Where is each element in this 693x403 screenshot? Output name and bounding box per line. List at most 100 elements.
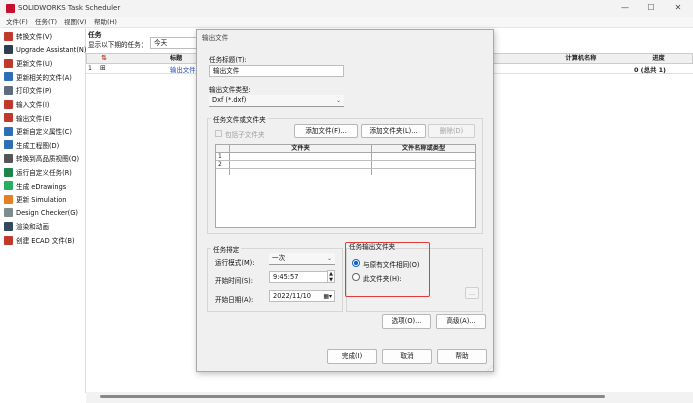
include-subfolders-label: 包括子文件夹 xyxy=(225,131,265,139)
sidebar-item[interactable]: 更新自定义属性(C) xyxy=(4,125,72,137)
run-mode-value: 一次 xyxy=(272,254,286,262)
sidebar-item[interactable]: Upgrade Assistant(N) xyxy=(4,44,86,56)
close-button[interactable]: ✕ xyxy=(671,2,685,14)
output-type-value: Dxf (*.dxf) xyxy=(212,96,247,104)
output-files-dialog: 输出文件 任务标题(T): 输出文件 输出文件类型: Dxf (*.dxf) ⌄… xyxy=(196,29,494,372)
design-checker-icon xyxy=(4,208,13,218)
help-button[interactable]: 帮助 xyxy=(437,349,487,364)
include-subfolders-checkbox[interactable] xyxy=(215,130,222,137)
menu-task[interactable]: 任务(T) xyxy=(35,17,57,28)
table-row[interactable]: 1 xyxy=(216,153,475,161)
sidebar-item-label: 创建 ECAD 文件(B) xyxy=(16,237,75,245)
row-number: 1 xyxy=(88,65,92,72)
drawing-icon xyxy=(4,140,13,150)
solidworks-logo-icon xyxy=(6,4,15,13)
table-row[interactable]: 2 xyxy=(216,161,475,169)
menu-bar: 文件(F) 任务(T) 视图(V) 帮助(H) xyxy=(0,17,693,28)
sidebar-item[interactable]: 渲染和动画 xyxy=(4,220,49,232)
add-file-button[interactable]: 添加文件(F)... xyxy=(294,124,358,138)
sidebar-item[interactable]: 输出文件(E) xyxy=(4,112,52,124)
same-as-original-radio[interactable] xyxy=(352,259,360,267)
custom-properties-icon xyxy=(4,126,13,136)
same-as-original-label: 与原有文件相同(O) xyxy=(363,261,420,269)
sidebar-item[interactable]: 输入文件(I) xyxy=(4,98,49,110)
run-mode-dropdown[interactable]: 一次 ⌄ xyxy=(269,253,335,265)
resize-grip-icon[interactable]: ⋰ xyxy=(487,365,493,372)
sidebar-item-label: 更新相关的文件(A) xyxy=(16,73,72,82)
scrollbar-thumb[interactable] xyxy=(100,395,605,398)
sidebar-item[interactable]: 生成 eDrawings xyxy=(4,180,66,192)
date-filter-select[interactable]: 今天 xyxy=(150,37,200,49)
update-files-icon xyxy=(4,58,13,68)
sidebar-item-label: 运行自定义任务(R) xyxy=(16,169,72,177)
sort-icon[interactable]: ⇅ xyxy=(101,54,107,62)
update-related-icon xyxy=(4,72,13,82)
run-mode-label: 运行模式(M): xyxy=(215,259,255,267)
browse-folder-button[interactable]: ... xyxy=(465,287,479,299)
sidebar-item[interactable]: 转换文件(V) xyxy=(4,30,52,42)
convert-files-icon xyxy=(4,31,13,41)
expand-icon[interactable]: ⊞ xyxy=(100,64,106,72)
chevron-down-icon: ⌄ xyxy=(326,255,332,262)
sidebar-item-label: 输出文件(E) xyxy=(16,114,52,123)
finish-button[interactable]: 完成(I) xyxy=(327,349,377,364)
dialog-title: 输出文件 xyxy=(202,34,229,42)
start-time-input[interactable]: 9:45:57 xyxy=(269,271,329,283)
sidebar-item-label: 生成工程图(D) xyxy=(16,141,60,150)
advanced-button[interactable]: 高级(A)... xyxy=(436,314,486,329)
sidebar-item[interactable]: 创建 ECAD 文件(B) xyxy=(4,234,75,246)
sidebar-item[interactable]: 转换到高品质视图(Q) xyxy=(4,152,79,164)
hq-view-icon xyxy=(4,153,13,163)
column-progress[interactable]: 进度 xyxy=(631,54,686,64)
sidebar-item[interactable]: 更新 Simulation xyxy=(4,193,66,205)
output-type-dropdown[interactable]: Dxf (*.dxf) ⌄ xyxy=(209,95,344,107)
row-number: 2 xyxy=(218,161,222,168)
menu-view[interactable]: 视图(V) xyxy=(64,17,87,28)
files-group-label: 任务文件或文件夹 xyxy=(211,114,268,124)
sidebar-item[interactable]: Design Checker(G) xyxy=(4,207,78,219)
start-date-label: 开始日期(A): xyxy=(215,296,254,304)
column-computer[interactable]: 计算机名称 xyxy=(541,54,621,64)
sidebar-item[interactable]: 打印文件(P) xyxy=(4,84,52,96)
start-date-picker[interactable]: 2022/11/10 ▦▾ xyxy=(269,290,335,302)
row-number: 1 xyxy=(218,153,222,160)
row-progress: 0 (总共 1) xyxy=(634,66,666,74)
sidebar-item-label: 生成 eDrawings xyxy=(16,182,67,191)
menu-file[interactable]: 文件(F) xyxy=(6,17,28,28)
row-title[interactable]: 输出文件 xyxy=(170,65,196,74)
maximize-button[interactable]: ☐ xyxy=(644,2,658,14)
output-type-label: 输出文件类型: xyxy=(209,86,251,94)
minimize-button[interactable]: — xyxy=(618,2,632,14)
task-title-input[interactable]: 输出文件 xyxy=(209,65,344,77)
app-title: SOLIDWORKS Task Scheduler xyxy=(18,4,121,12)
sidebar-item-label: 更新自定义属性(C) xyxy=(16,128,72,137)
section-title: 任务 xyxy=(88,31,102,39)
this-folder-radio[interactable] xyxy=(352,273,360,281)
edrawings-icon xyxy=(4,181,13,191)
sidebar-item-label: 更新文件(U) xyxy=(16,60,53,69)
custom-task-icon xyxy=(4,167,13,177)
column-name-type: 文件名称或类型 xyxy=(401,145,446,152)
schedule-group-label: 任务排定 xyxy=(211,244,242,254)
sidebar-item-label: 更新 Simulation xyxy=(16,196,67,205)
sidebar-item[interactable]: 运行自定义任务(R) xyxy=(4,166,72,178)
export-icon xyxy=(4,113,13,123)
task-sidebar: 转换文件(V) Upgrade Assistant(N) 更新文件(U) 更新相关的文… xyxy=(0,28,86,393)
start-time-label: 开始时间(S): xyxy=(215,277,253,285)
simulation-icon xyxy=(4,194,13,204)
import-icon xyxy=(4,99,13,109)
options-button[interactable]: 选项(O)... xyxy=(382,314,431,329)
sidebar-item[interactable]: 更新相关的文件(A) xyxy=(4,71,72,83)
sidebar-item-label: Upgrade Assistant(N) xyxy=(16,45,87,54)
this-folder-label: 此文件夹(H): xyxy=(363,275,402,283)
cancel-button[interactable]: 取消 xyxy=(382,349,432,364)
menu-help[interactable]: 帮助(H) xyxy=(94,17,117,28)
print-icon xyxy=(4,85,13,95)
sidebar-item-label: 打印文件(P) xyxy=(16,87,52,96)
delete-button[interactable]: 删除(D) xyxy=(428,124,475,138)
files-table[interactable]: 文件夹 文件名称或类型 1 2 xyxy=(215,144,476,228)
time-spinner[interactable]: ▲ ▼ xyxy=(327,270,335,283)
add-folder-button[interactable]: 添加文件夹(L)... xyxy=(361,124,426,138)
sidebar-item[interactable]: 生成工程图(D) xyxy=(4,139,59,151)
sidebar-item[interactable]: 更新文件(U) xyxy=(4,57,52,69)
